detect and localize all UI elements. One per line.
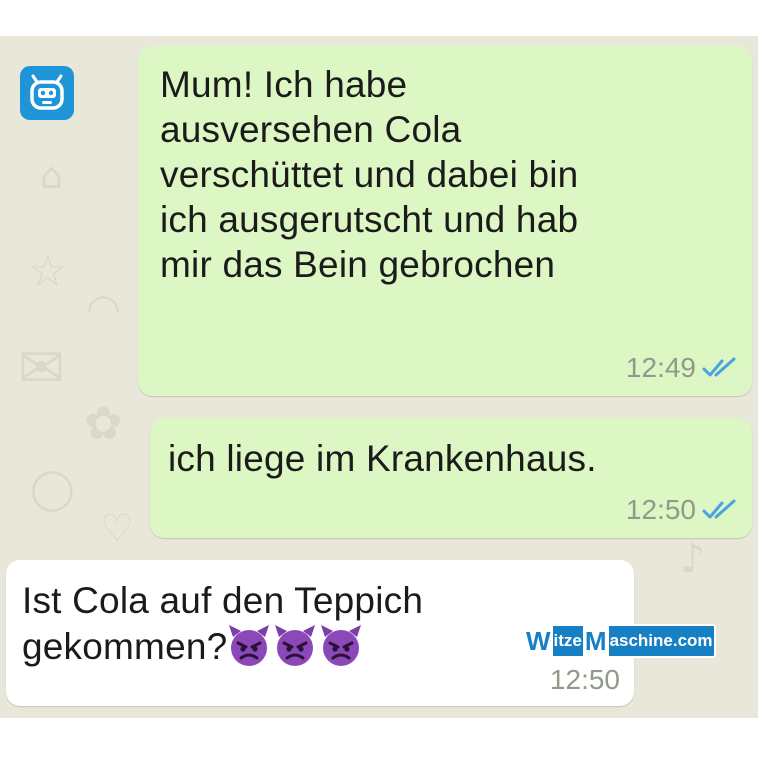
doodle-envelope-icon: ✉ (18, 336, 65, 401)
witzemaschine-watermark: W itze M aschine.com (522, 624, 716, 658)
doodle-wifi-icon: ◠ (86, 286, 121, 332)
message-bubble-outgoing[interactable]: Mum! Ich habe ausversehen Cola verschütt… (138, 46, 752, 396)
message-text: ich liege im Krankenhaus. (168, 438, 597, 479)
robot-logo-icon (20, 66, 74, 120)
watermark-part2: aschine.com (609, 631, 713, 650)
message-text: Ist Cola auf den Teppich gekommen? (22, 580, 424, 667)
doodle-camera-icon: ⌂ (40, 156, 63, 197)
angry-devil-emoji-icon (229, 625, 270, 666)
message-time: 12:49 (625, 352, 696, 383)
angry-devil-emoji-icon (275, 625, 316, 666)
doodle-music-icon: ♪ (680, 536, 706, 582)
double-check-icon (702, 357, 736, 377)
angry-devil-emoji-icon (321, 625, 362, 666)
double-check-icon (702, 499, 736, 519)
message-time: 12:50 (549, 664, 620, 695)
message-time: 12:50 (625, 494, 696, 525)
doodle-star-icon: ☆ (28, 246, 68, 297)
message-meta: 12:49 (626, 352, 738, 384)
message-meta: 12:50 (626, 494, 738, 526)
message-meta: 12:50 (550, 664, 620, 696)
doodle-flower-icon: ✿ (84, 396, 123, 450)
watermark-cap-m: M (582, 626, 609, 656)
message-bubble-outgoing[interactable]: ich liege im Krankenhaus. 12:50 (150, 418, 752, 538)
message-text: Mum! Ich habe ausversehen Cola verschütt… (160, 64, 579, 285)
doodle-circle-icon: ◯ (30, 466, 75, 512)
watermark-part1: itze (553, 631, 582, 650)
doodle-heart-icon: ♡ (100, 506, 135, 550)
watermark-cap-w: W (524, 626, 553, 656)
